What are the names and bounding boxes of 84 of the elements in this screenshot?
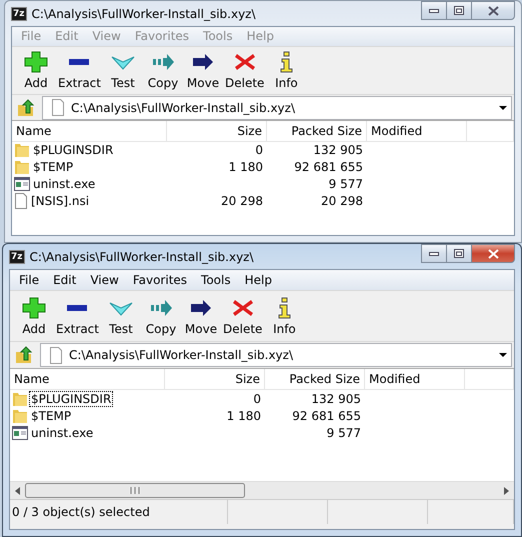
menu-item[interactable]: View [83, 273, 126, 287]
column-header[interactable]: Size [165, 369, 265, 389]
close-button[interactable] [471, 1, 515, 20]
maximize-icon [454, 6, 464, 15]
address-field[interactable]: C:\Analysis\FullWorker-Install_sib.xyz\ [42, 96, 512, 120]
folder-up-icon [17, 98, 35, 117]
file-name[interactable]: $PLUGINSDIR [30, 392, 112, 406]
file-name[interactable]: $TEMP [32, 160, 74, 174]
scrollbar-thumb[interactable] [25, 483, 245, 498]
table-cell-text: 132 905 [310, 392, 362, 406]
toolbar-button[interactable]: Move [180, 296, 221, 336]
minus-icon [67, 304, 88, 310]
table-cell-text: 0 [252, 392, 262, 406]
table-cell-text: 92 681 655 [291, 408, 362, 422]
folder-icon [12, 390, 28, 406]
toolbar-button[interactable]: Delete [220, 296, 264, 336]
app-logo: 7z [9, 250, 25, 264]
toolbar-button[interactable]: Test [100, 296, 141, 336]
horizontal-scrollbar[interactable] [10, 481, 514, 499]
app-logo: 7z [11, 6, 27, 20]
toolbar-button[interactable]: Delete [222, 51, 266, 90]
folder-icon [12, 408, 28, 424]
toolbar-button[interactable]: Copy [140, 296, 181, 336]
folder-up-icon [15, 346, 33, 364]
right-arrow-icon[interactable] [504, 486, 509, 494]
table-cell-text: 20 298 [220, 194, 264, 208]
toolbar-button[interactable]: Extract [54, 296, 101, 336]
column-header[interactable]: Size [167, 120, 267, 141]
toolbar-button[interactable]: Add [16, 51, 56, 90]
left-arrow-icon[interactable] [15, 486, 20, 494]
address-text: C:\Analysis\FullWorker-Install_sib.xyz\ [69, 348, 294, 362]
plus-icon [22, 296, 46, 318]
folder-icon [14, 159, 30, 176]
table-cell-text: 132 905 [312, 143, 364, 158]
menu-item[interactable]: Edit [46, 273, 84, 287]
close-icon [488, 248, 498, 258]
table-cell-text: 20 298 [320, 194, 364, 208]
menu-item[interactable]: Help [238, 273, 279, 287]
close-button[interactable] [471, 244, 515, 263]
table-cell-text: 0 [254, 143, 264, 158]
toolbar-button[interactable]: Copy [142, 51, 183, 90]
window-title: C:\Analysis\FullWorker-Install_sib.xyz\ [30, 250, 255, 264]
minimize-button[interactable] [421, 1, 447, 20]
table-cell-text: 9 577 [326, 426, 362, 440]
address-text: C:\Analysis\FullWorker-Install_sib.xyz\ [71, 100, 296, 115]
minimize-icon [429, 252, 439, 256]
menu-item[interactable]: Tools [194, 273, 238, 287]
minimize-icon [429, 8, 439, 12]
file-name[interactable]: $TEMP [30, 408, 72, 422]
toolbar-button[interactable]: Info [266, 51, 306, 90]
column-header[interactable]: Packed Size [265, 369, 365, 389]
document-icon [49, 346, 63, 364]
toolbar-button[interactable]: Move [182, 51, 223, 90]
column-header[interactable]: Name [10, 369, 165, 389]
file-name[interactable]: uninst.exe [32, 177, 96, 192]
table-cell-text: 9 577 [328, 177, 364, 192]
table-cell-text: 1 180 [228, 160, 264, 174]
toolbar-button[interactable]: Test [102, 51, 143, 90]
menu-item[interactable]: File [12, 273, 46, 287]
close-icon [488, 6, 498, 16]
maximize-button[interactable] [446, 244, 472, 263]
table-cell-text: 1 180 [226, 408, 262, 422]
toolbar-button[interactable]: Info [264, 296, 304, 336]
plus-icon [24, 51, 48, 74]
minus-icon [69, 59, 90, 66]
toolbar-button[interactable]: Add [14, 296, 54, 336]
minimize-button[interactable] [421, 244, 447, 263]
file-name[interactable]: [NSIS].nsi [30, 194, 90, 208]
table-cell-text: 92 681 655 [293, 160, 364, 174]
column-header[interactable]: Name [12, 120, 167, 141]
document-icon [51, 99, 65, 116]
column-header[interactable]: Packed Size [267, 120, 367, 141]
file-name[interactable]: $PLUGINSDIR [32, 143, 114, 158]
status-text: 0 / 3 object(s) selected [12, 505, 150, 519]
column-header[interactable]: Modified [367, 120, 467, 141]
maximize-icon [454, 249, 464, 258]
menu-item[interactable]: Favorites [126, 273, 194, 287]
maximize-button[interactable] [446, 1, 472, 20]
window-title: C:\Analysis\FullWorker-Install_sib.xyz\ [32, 6, 257, 20]
column-header[interactable]: Modified [365, 369, 465, 389]
toolbar-button[interactable]: Extract [56, 51, 103, 90]
folder-icon [14, 142, 30, 158]
address-field[interactable]: C:\Analysis\FullWorker-Install_sib.xyz\ [40, 343, 512, 367]
file-name[interactable]: uninst.exe [30, 426, 94, 440]
